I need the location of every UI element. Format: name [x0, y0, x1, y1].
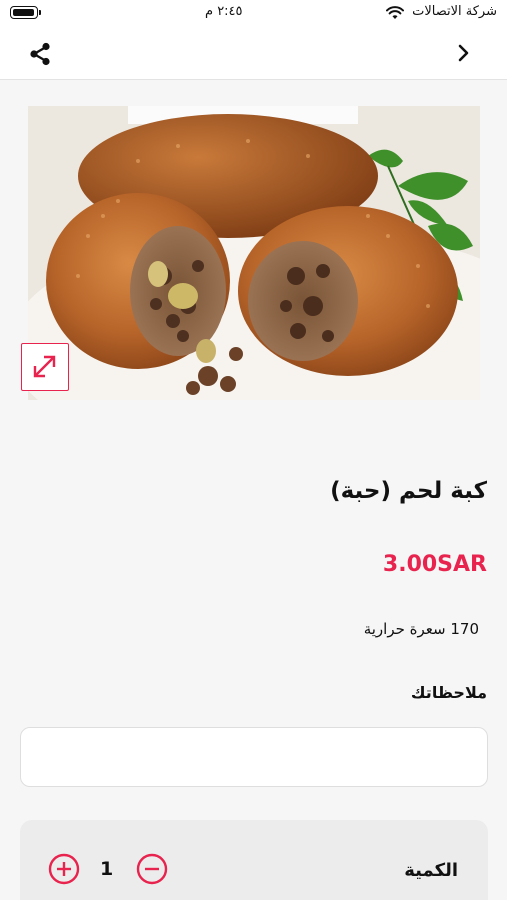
plus-circle-icon[interactable]	[48, 853, 80, 885]
minus-circle-icon[interactable]	[136, 853, 168, 885]
quantity-value: 1	[100, 858, 114, 880]
product-price: 3.00SAR	[382, 552, 487, 577]
product-title: كبة لحم (حبة)	[330, 478, 487, 504]
quantity-card: الكمية 1	[20, 820, 488, 900]
quantity-label: الكمية	[404, 860, 458, 881]
nav-bar	[0, 26, 507, 80]
carrier-name: شركة الاتصالات	[412, 4, 497, 19]
share-icon[interactable]	[26, 40, 54, 68]
product-calories: 170 سعرة حرارية	[363, 620, 479, 638]
battery-tip	[39, 10, 41, 15]
wifi-icon	[386, 6, 404, 19]
notes-label: ملاحظاتك	[410, 683, 487, 702]
status-bar: ٢:٤٥ م شركة الاتصالات	[0, 0, 507, 26]
notes-input[interactable]	[20, 727, 488, 787]
status-time: ٢:٤٥ م	[205, 4, 243, 19]
product-image	[28, 106, 480, 400]
chevron-right-icon[interactable]	[455, 42, 473, 64]
battery-icon	[10, 6, 38, 19]
expand-image-button[interactable]	[21, 343, 69, 391]
expand-icon	[33, 355, 56, 378]
